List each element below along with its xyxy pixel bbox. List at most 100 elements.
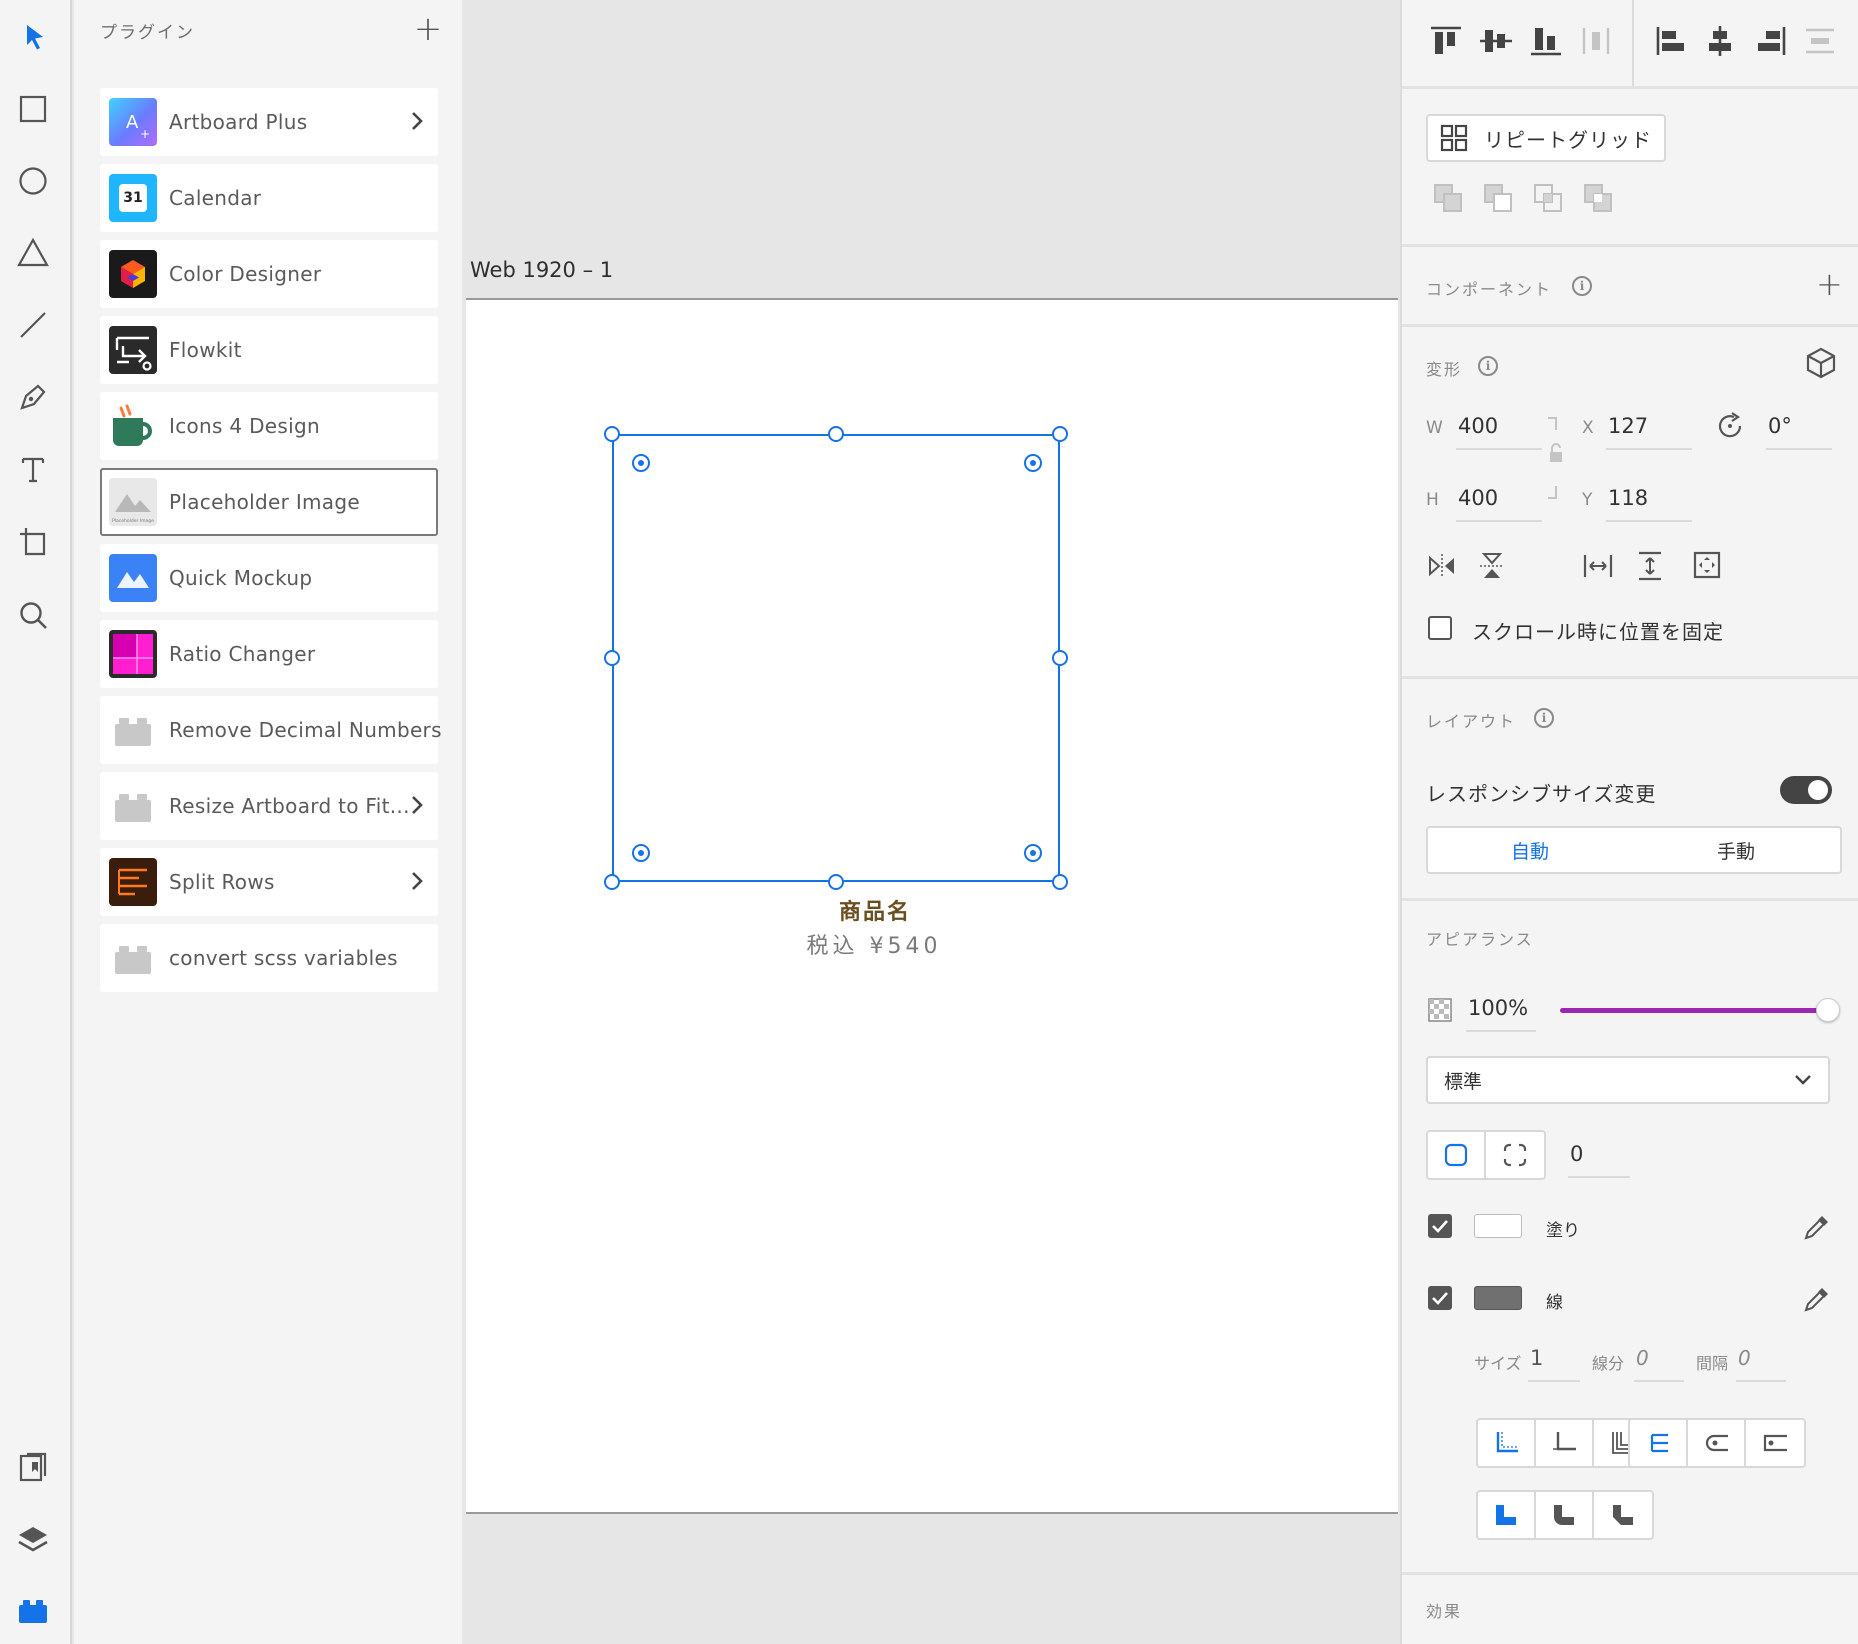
- resize-handle[interactable]: [1052, 874, 1068, 890]
- boolean-exclude-icon[interactable]: [1582, 182, 1614, 214]
- resize-handle[interactable]: [604, 874, 620, 890]
- add-component-icon[interactable]: +: [1816, 268, 1843, 300]
- per-corner-button[interactable]: [1486, 1132, 1544, 1178]
- info-icon[interactable]: i: [1534, 708, 1554, 728]
- boolean-subtract-icon[interactable]: [1482, 182, 1514, 214]
- chevron-right-icon[interactable]: [410, 108, 426, 134]
- plugin-item[interactable]: Flowkit: [100, 316, 438, 384]
- blend-mode-dropdown[interactable]: 標準: [1426, 1056, 1830, 1104]
- corner-radius-handle[interactable]: [632, 844, 650, 862]
- ellipse-icon[interactable]: [12, 160, 54, 202]
- zoom-icon[interactable]: [12, 594, 54, 636]
- layout-auto-button[interactable]: 自動: [1426, 826, 1634, 874]
- align-right-icon[interactable]: [1752, 24, 1788, 58]
- align-left-icon[interactable]: [1654, 24, 1690, 58]
- responsive-resize-toggle[interactable]: [1780, 776, 1832, 804]
- info-icon[interactable]: i: [1572, 276, 1592, 296]
- product-name-text[interactable]: 商品名: [466, 894, 1398, 926]
- resize-handle[interactable]: [1052, 426, 1068, 442]
- plugins-icon[interactable]: [12, 1590, 54, 1632]
- resize-handle[interactable]: [1052, 650, 1068, 666]
- corner-radius-handle[interactable]: [632, 454, 650, 472]
- pen-icon[interactable]: [12, 376, 54, 418]
- lock-aspect-icon[interactable]: [1542, 416, 1570, 500]
- chevron-right-icon[interactable]: [410, 868, 426, 894]
- stroke-join-group[interactable]: [1476, 1490, 1654, 1540]
- document-assets-icon[interactable]: [12, 1446, 54, 1488]
- stroke-center-button[interactable]: [1536, 1420, 1594, 1466]
- align-center-icon[interactable]: [1702, 24, 1738, 58]
- resize-handle[interactable]: [604, 426, 620, 442]
- fill-color-swatch[interactable]: [1474, 1214, 1522, 1238]
- fill-checkbox[interactable]: [1428, 1214, 1452, 1238]
- rectangle-icon[interactable]: [12, 88, 54, 130]
- stroke-size-value[interactable]: 1: [1530, 1346, 1543, 1370]
- stroke-color-swatch[interactable]: [1474, 1286, 1522, 1310]
- plugin-item[interactable]: Quick Mockup: [100, 544, 438, 612]
- layout-manual-button[interactable]: 手動: [1632, 826, 1842, 874]
- plugin-item[interactable]: A + Artboard Plus: [100, 88, 438, 156]
- flip-vertical-icon[interactable]: [1478, 550, 1506, 582]
- align-bottom-icon[interactable]: [1528, 24, 1564, 58]
- plugin-item[interactable]: Split Rows: [100, 848, 438, 916]
- resize-handle[interactable]: [604, 650, 620, 666]
- plugin-item[interactable]: Icons 4 Design: [100, 392, 438, 460]
- corner-radius-handle[interactable]: [1024, 844, 1042, 862]
- add-plugin-button[interactable]: +: [412, 12, 444, 46]
- text-icon[interactable]: [12, 448, 54, 490]
- selected-rectangle[interactable]: [612, 434, 1060, 882]
- opacity-value[interactable]: 100%: [1468, 996, 1528, 1020]
- opacity-slider[interactable]: [1560, 998, 1840, 1022]
- artboard-title[interactable]: Web 1920 – 1: [470, 258, 613, 282]
- resize-handle[interactable]: [828, 874, 844, 890]
- select-icon[interactable]: [12, 16, 54, 58]
- dash-value[interactable]: 0: [1636, 1346, 1649, 1370]
- plugin-item[interactable]: Color Designer: [100, 240, 438, 308]
- design-canvas[interactable]: Web 1920 – 1 商品名 税込 ¥540: [462, 0, 1400, 1644]
- plugin-item[interactable]: convert scss variables: [100, 924, 438, 992]
- space-horizontal-icon[interactable]: [1582, 552, 1614, 580]
- join-miter-button[interactable]: [1478, 1492, 1536, 1538]
- fix-scroll-checkbox[interactable]: [1428, 616, 1452, 640]
- plugin-item[interactable]: 31 Calendar: [100, 164, 438, 232]
- opacity-slider-handle[interactable]: [1816, 998, 1840, 1022]
- join-round-button[interactable]: [1536, 1492, 1594, 1538]
- cap-butt-button[interactable]: [1630, 1420, 1688, 1466]
- distribute-horizontal-icon[interactable]: [1578, 24, 1614, 58]
- plugin-item[interactable]: Remove Decimal Numbers: [100, 696, 441, 764]
- eyedropper-icon[interactable]: [1802, 1284, 1832, 1314]
- align-top-icon[interactable]: [1428, 24, 1464, 58]
- resize-handle[interactable]: [828, 426, 844, 442]
- plugin-item[interactable]: Ratio Changer: [100, 620, 438, 688]
- triangle-icon[interactable]: [12, 232, 54, 274]
- artboard[interactable]: 商品名 税込 ¥540: [466, 298, 1398, 1514]
- x-value[interactable]: 127: [1608, 414, 1648, 438]
- layers-icon[interactable]: [12, 1518, 54, 1560]
- 3d-transform-icon[interactable]: [1804, 346, 1838, 380]
- distribute-vertical-icon[interactable]: [1802, 24, 1838, 58]
- uniform-corner-button[interactable]: [1428, 1132, 1486, 1178]
- stroke-cap-group[interactable]: [1628, 1418, 1806, 1468]
- space-vertical-icon[interactable]: [1636, 550, 1664, 582]
- flip-horizontal-icon[interactable]: [1426, 552, 1458, 580]
- stroke-inside-button[interactable]: [1478, 1420, 1536, 1466]
- corner-mode-toggle[interactable]: [1426, 1130, 1546, 1180]
- product-price-text[interactable]: 税込 ¥540: [466, 928, 1398, 960]
- stroke-checkbox[interactable]: [1428, 1286, 1452, 1310]
- corner-radius-value[interactable]: 0: [1570, 1142, 1583, 1166]
- height-value[interactable]: 400: [1458, 486, 1498, 510]
- boolean-add-icon[interactable]: [1432, 182, 1464, 214]
- boolean-intersect-icon[interactable]: [1532, 182, 1564, 214]
- plugin-item[interactable]: Resize Artboard to Fit...: [100, 772, 438, 840]
- cap-square-button[interactable]: [1746, 1420, 1804, 1466]
- join-bevel-button[interactable]: [1594, 1492, 1652, 1538]
- fit-content-icon[interactable]: [1692, 550, 1722, 580]
- artboard-icon[interactable]: [12, 520, 54, 562]
- y-value[interactable]: 118: [1608, 486, 1648, 510]
- align-middle-icon[interactable]: [1478, 24, 1514, 58]
- line-icon[interactable]: [12, 304, 54, 346]
- corner-radius-handle[interactable]: [1024, 454, 1042, 472]
- info-icon[interactable]: i: [1478, 356, 1498, 376]
- eyedropper-icon[interactable]: [1802, 1212, 1832, 1242]
- repeat-grid-button[interactable]: リピートグリッド: [1426, 114, 1666, 162]
